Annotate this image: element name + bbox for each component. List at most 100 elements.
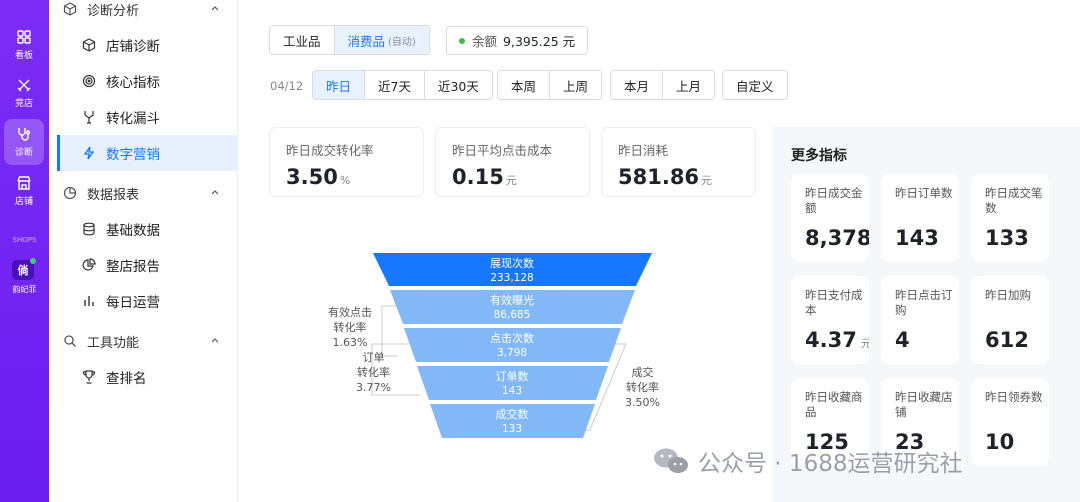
search-icon (64, 335, 76, 347)
cube-icon (63, 2, 77, 16)
metric-label: 昨日成交金额 (805, 186, 863, 215)
menu-item-label: 整店报告 (106, 259, 160, 275)
menu-group-label: 工具功能 (87, 335, 140, 351)
kpi-number: 3.50 (286, 165, 338, 189)
funnel-stage-value: 3,798 (497, 347, 527, 359)
rail-item-store[interactable]: 店铺 (4, 168, 44, 214)
rate-label-line2: 转化率 (356, 366, 390, 379)
kpi-card-spend: 昨日消耗 581.86 元 (601, 127, 756, 197)
metric-value: 4 (895, 328, 910, 352)
dashboard-grid-icon (17, 30, 31, 44)
menu-item-store-diagnosis[interactable]: 店铺诊断 (57, 27, 238, 63)
rail-item-dashboard[interactable]: 看板 (4, 22, 44, 68)
funnel-stage-value: 233,128 (490, 272, 533, 284)
metric-label: 昨日订单数 (895, 186, 953, 200)
database-icon (83, 222, 95, 236)
rate-value: 3.50% (625, 396, 660, 409)
metric-label: 昨日点击订购 (895, 288, 953, 317)
consumer-tab[interactable]: 消费品 (自动) (334, 26, 429, 54)
kpi-unit: 元 (505, 174, 517, 187)
menu-item-conversion-funnel[interactable]: 转化漏斗 (57, 99, 238, 135)
range-this-week-button[interactable]: 本周 (498, 71, 551, 99)
shop-avatar-label: 韵妃菲 (12, 285, 37, 294)
left-rail: 看板 竞店 诊断 店铺 SHOPS 倘 韵妃菲 (0, 0, 49, 502)
metric-label: 昨日加购 (985, 288, 1031, 302)
funnel-stage-label: 有效曝光 (490, 293, 534, 307)
date-label: 04/12 (270, 79, 304, 93)
range-custom-button[interactable]: 自定义 (723, 71, 787, 99)
date-range-custom: 自定义 (722, 70, 788, 100)
rail-label-diagnosis: 诊断 (14, 148, 33, 158)
funnel-stage-label: 点击次数 (490, 331, 534, 345)
rate-label-line1: 有效点击 (328, 306, 372, 319)
menu-item-daily-ops[interactable]: 每日运营 (57, 283, 238, 319)
rate-label-line1: 订单 (362, 351, 385, 364)
kpi-number: 581.86 (618, 165, 700, 189)
rate-label-line2: 转化率 (625, 381, 659, 394)
rate-value: 3.77% (356, 381, 391, 394)
range-yesterday-button[interactable]: 昨日 (313, 71, 366, 99)
rail-item-diagnosis[interactable]: 诊断 (4, 119, 44, 165)
metric-card-coupons: 昨日领券数 10 (971, 378, 1049, 466)
metric-value: 143 (895, 226, 939, 250)
watermark: 公众号 · 1688运营研究社 (652, 444, 962, 478)
metric-number: 4.37 (805, 328, 857, 352)
kpi-value: 0.15 元 (452, 165, 589, 189)
consumer-tab-sub: (自动) (388, 36, 416, 48)
kpi-unit: 元 (701, 174, 713, 187)
menu-group-label: 诊断分析 (87, 3, 140, 19)
menu-group-report[interactable]: 数据报表 (49, 179, 238, 207)
metric-card-gmv: 昨日成交金额 8,378.4 (791, 174, 869, 262)
menu-item-full-report[interactable]: 整店报告 (57, 247, 238, 283)
kpi-card-avg-click-cost: 昨日平均点击成本 0.15 元 (435, 127, 590, 197)
menu-item-core-metrics[interactable]: 核心指标 (57, 63, 238, 99)
metric-value: 133 (985, 226, 1029, 250)
rate-label-line2: 转化率 (333, 321, 367, 334)
more-metrics-title: 更多指标 (791, 148, 847, 164)
kpi-number: 0.15 (452, 165, 504, 189)
metric-card-orders: 昨日订单数 143 (881, 174, 959, 262)
target-icon (82, 74, 96, 88)
range-last-week-button[interactable]: 上周 (550, 71, 602, 99)
funnel-stage-value: 86,685 (494, 309, 531, 321)
metric-label: 昨日支付成本 (805, 288, 863, 317)
order-conversion-rate: 订单 转化率 3.77% (356, 350, 391, 395)
metric-card-click-order: 昨日点击订购 4 (881, 276, 959, 364)
side-menu: 诊断分析 店铺诊断 核心指标 转化漏斗 数字营销 数据报表 基础数据 整店报告 … (49, 0, 238, 502)
metric-value: 4.37 元 (805, 328, 869, 352)
menu-item-basic-data[interactable]: 基础数据 (57, 211, 238, 247)
range-7days-button[interactable]: 近7天 (365, 71, 425, 99)
rail-label-dashboard: 看板 (14, 51, 33, 61)
range-this-month-button[interactable]: 本月 (611, 71, 664, 99)
metric-label: 昨日收藏商品 (805, 390, 863, 419)
crossed-swords-icon (17, 79, 31, 92)
balance-status-dot (459, 37, 465, 44)
balance-badge: 余额 9,395.25 元 (446, 26, 589, 55)
menu-item-label: 基础数据 (106, 223, 160, 239)
menu-item-check-rank[interactable]: 查排名 (57, 359, 238, 395)
kpi-label: 昨日消耗 (618, 143, 669, 158)
range-30days-button[interactable]: 近30天 (424, 71, 492, 99)
rail-label-store: 店铺 (14, 197, 33, 207)
store-icon (17, 176, 31, 190)
menu-item-label: 转化漏斗 (106, 111, 160, 127)
balance-label: 余额 (472, 34, 498, 49)
rail-label-competitor: 竞店 (14, 99, 33, 109)
industrial-tab[interactable]: 工业品 (270, 26, 335, 54)
watermark-text: 公众号 · 1688运营研究社 (698, 451, 963, 477)
metric-card-pay-cost: 昨日支付成本 4.37 元 (791, 276, 869, 364)
click-rate-bracket (381, 305, 398, 357)
menu-group-tools[interactable]: 工具功能 (49, 327, 238, 355)
metric-unit: 元 (860, 337, 869, 350)
menu-item-digital-marketing[interactable]: 数字营销 (57, 135, 238, 171)
date-range-group-month: 本月 上月 (610, 70, 716, 100)
funnel-stage-label: 成交数 (496, 407, 529, 421)
metric-label: 昨日收藏店铺 (895, 390, 953, 419)
rail-item-competitor[interactable]: 竞店 (4, 70, 44, 116)
metric-label: 昨日领券数 (985, 390, 1043, 404)
kpi-unit: % (339, 174, 351, 187)
menu-group-diagnosis[interactable]: 诊断分析 (49, 0, 238, 23)
balance-value: 9,395.25 元 (503, 34, 576, 49)
bar-chart-icon (84, 296, 94, 306)
range-last-month-button[interactable]: 上月 (663, 71, 715, 99)
